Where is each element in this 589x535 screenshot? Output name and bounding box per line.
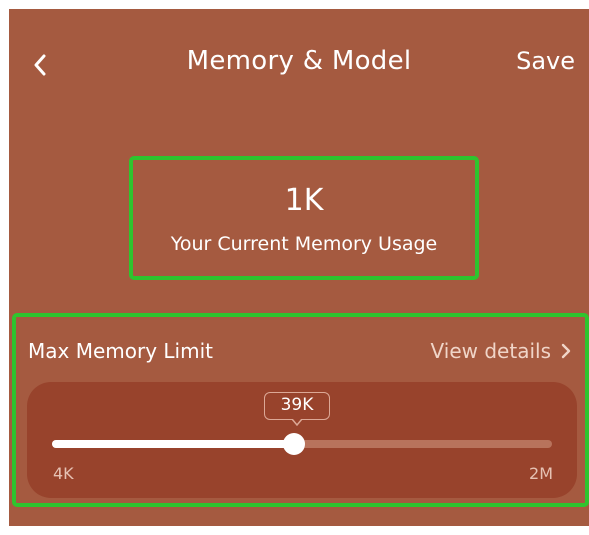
view-details-label: View details <box>430 339 551 363</box>
memory-usage-caption: Your Current Memory Usage <box>170 233 438 255</box>
slider-fill <box>52 440 294 448</box>
save-button[interactable]: Save <box>516 43 575 79</box>
chevron-right-icon <box>561 343 571 359</box>
memory-usage-card: 1K Your Current Memory Usage <box>129 156 479 280</box>
page-title: Memory & Model <box>186 46 412 76</box>
memory-limit-slider[interactable] <box>52 433 552 455</box>
memory-limit-slider-card: 39K 4K 2M <box>27 382 577 498</box>
slider-thumb[interactable] <box>282 433 305 455</box>
max-memory-limit-section: Max Memory Limit View details 39K 4K 2M <box>12 313 589 507</box>
view-details-link[interactable]: View details <box>431 337 571 365</box>
slider-max-label: 2M <box>529 464 553 483</box>
memory-model-screen: Memory & Model Save 1K Your Current Memo… <box>9 9 589 526</box>
memory-usage-value: 1K <box>284 183 324 218</box>
max-memory-limit-title: Max Memory Limit <box>28 339 213 363</box>
tooltip-pointer-icon <box>291 419 303 426</box>
slider-value-tooltip: 39K <box>264 392 330 420</box>
slider-min-label: 4K <box>53 464 74 483</box>
